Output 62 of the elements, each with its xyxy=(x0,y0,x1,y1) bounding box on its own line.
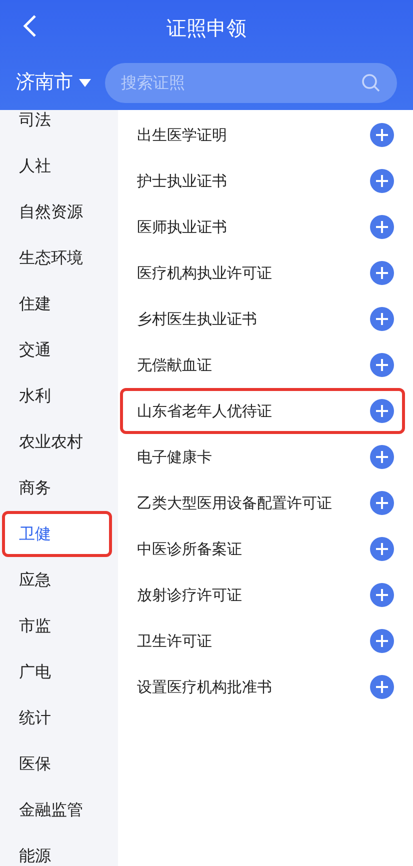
certificate-item[interactable]: 电子健康卡 xyxy=(120,434,405,480)
certificate-item[interactable]: 医疗机构执业许可证 xyxy=(120,250,405,296)
add-icon[interactable] xyxy=(370,537,394,561)
certificate-name: 放射诊疗许可证 xyxy=(137,584,242,606)
category-item[interactable]: 卫健 xyxy=(2,511,112,557)
add-icon[interactable] xyxy=(370,261,394,285)
add-icon[interactable] xyxy=(370,169,394,193)
category-item[interactable]: 人社 xyxy=(2,143,112,189)
certificate-name: 电子健康卡 xyxy=(137,446,212,468)
category-item[interactable]: 能源 xyxy=(2,833,112,866)
certificate-item[interactable]: 乙类大型医用设备配置许可证 xyxy=(120,480,405,526)
certificate-item[interactable]: 出生医学证明 xyxy=(120,112,405,158)
certificate-name: 无偿献血证 xyxy=(137,354,212,376)
certificate-name: 护士执业证书 xyxy=(137,170,227,192)
add-icon[interactable] xyxy=(370,675,394,699)
category-item[interactable]: 自然资源 xyxy=(2,189,112,235)
category-item[interactable]: 商务 xyxy=(2,465,112,511)
certificate-item[interactable]: 医师执业证书 xyxy=(120,204,405,250)
certificate-item[interactable]: 放射诊疗许可证 xyxy=(120,572,405,618)
certificate-item[interactable]: 中医诊所备案证 xyxy=(120,526,405,572)
category-item[interactable]: 应急 xyxy=(2,557,112,603)
add-icon[interactable] xyxy=(370,445,394,469)
certificate-name: 乙类大型医用设备配置许可证 xyxy=(137,492,332,514)
search-field[interactable]: 搜索证照 xyxy=(105,62,397,102)
category-item[interactable]: 交通 xyxy=(2,327,112,373)
category-item[interactable]: 水利 xyxy=(2,373,112,419)
certificate-item[interactable]: 卫生许可证 xyxy=(120,618,405,664)
category-item[interactable]: 医保 xyxy=(2,741,112,787)
certificate-name: 中医诊所备案证 xyxy=(137,538,242,560)
category-item[interactable]: 市监 xyxy=(2,603,112,649)
certificate-item[interactable]: 无偿献血证 xyxy=(120,342,405,388)
category-item[interactable]: 住建 xyxy=(2,281,112,327)
add-icon[interactable] xyxy=(370,215,394,239)
caret-icon xyxy=(79,78,91,86)
certificate-name: 乡村医生执业证书 xyxy=(137,308,257,330)
category-item[interactable]: 司法 xyxy=(2,110,112,143)
add-icon[interactable] xyxy=(370,583,394,607)
add-icon[interactable] xyxy=(370,629,394,653)
search-icon xyxy=(361,72,381,92)
add-icon[interactable] xyxy=(370,399,394,423)
certificate-name: 设置医疗机构批准书 xyxy=(137,676,272,698)
certificate-name: 山东省老年人优待证 xyxy=(137,400,272,422)
certificate-name: 医师执业证书 xyxy=(137,216,227,238)
city-selector[interactable]: 济南市 xyxy=(16,68,91,97)
add-icon[interactable] xyxy=(370,307,394,331)
back-icon xyxy=(23,14,37,38)
certificate-name: 卫生许可证 xyxy=(137,630,212,652)
category-item[interactable]: 统计 xyxy=(2,695,112,741)
certificate-item[interactable]: 乡村医生执业证书 xyxy=(120,296,405,342)
add-icon[interactable] xyxy=(370,353,394,377)
certificate-item[interactable]: 设置医疗机构批准书 xyxy=(120,664,405,710)
category-item[interactable]: 生态环境 xyxy=(2,235,112,281)
add-icon[interactable] xyxy=(370,491,394,515)
category-item[interactable]: 农业农村 xyxy=(2,419,112,465)
certificate-name: 医疗机构执业许可证 xyxy=(137,262,272,284)
page-title: 证照申领 xyxy=(166,14,246,42)
certificate-item[interactable]: 护士执业证书 xyxy=(120,158,405,204)
category-item[interactable]: 金融监管 xyxy=(2,787,112,833)
category-item[interactable]: 广电 xyxy=(2,649,112,695)
certificate-item[interactable]: 山东省老年人优待证 xyxy=(120,388,405,434)
add-icon[interactable] xyxy=(370,123,394,147)
certificate-name: 出生医学证明 xyxy=(137,124,227,146)
